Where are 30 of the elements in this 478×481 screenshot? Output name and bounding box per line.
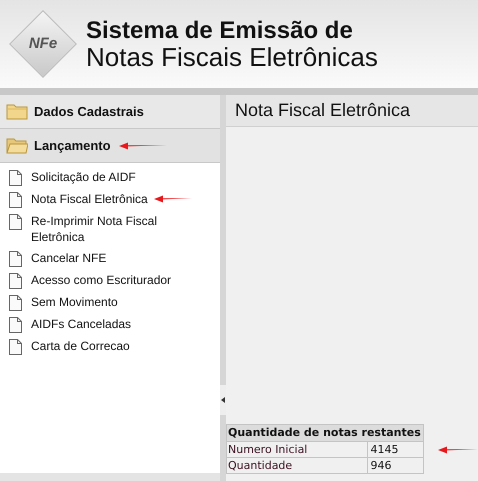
table-cell: 946: [368, 458, 424, 474]
document-icon: [9, 170, 22, 186]
app-title: Sistema de Emissão de: [86, 18, 354, 44]
document-icon: [9, 339, 22, 355]
document-icon: [9, 192, 22, 208]
menu-link[interactable]: Sem Movimento: [31, 294, 118, 310]
splitter-handle[interactable]: [220, 385, 226, 415]
logo-icon: NFe: [8, 9, 78, 79]
menu-link[interactable]: Solicitação de AIDF: [31, 169, 136, 185]
folder-icon: [6, 102, 28, 120]
menu-link[interactable]: AIDFs Canceladas: [31, 316, 132, 332]
section-header[interactable]: Dados Cadastrais: [0, 95, 220, 129]
table-heading: Quantidade de notas restantes: [226, 424, 424, 442]
document-icon: [9, 214, 22, 230]
panel-title: Nota Fiscal Eletrônica: [235, 99, 410, 122]
table-cell: Numero Inicial: [226, 442, 368, 458]
section-header[interactable]: Lançamento: [0, 129, 220, 163]
menu-link[interactable]: Nota Fiscal Eletrônica: [31, 191, 148, 207]
menu-link[interactable]: Acesso como Escriturador: [31, 272, 172, 288]
document-icon: [9, 295, 22, 311]
open-folder-icon: [6, 136, 28, 154]
table-cell: 4145: [368, 442, 424, 458]
document-icon: [9, 317, 22, 333]
menu-link[interactable]: Re-Imprimir Nota Fiscal Eletrônica: [31, 213, 176, 245]
app-subtitle: Notas Fiscais Eletrônicas: [86, 44, 378, 70]
menu-link[interactable]: Cancelar NFE: [31, 250, 106, 266]
document-icon: [9, 273, 22, 289]
menu-link[interactable]: Carta de Correcao: [31, 338, 130, 354]
table-cell: Quantidade: [226, 458, 368, 474]
document-icon: [9, 251, 22, 267]
